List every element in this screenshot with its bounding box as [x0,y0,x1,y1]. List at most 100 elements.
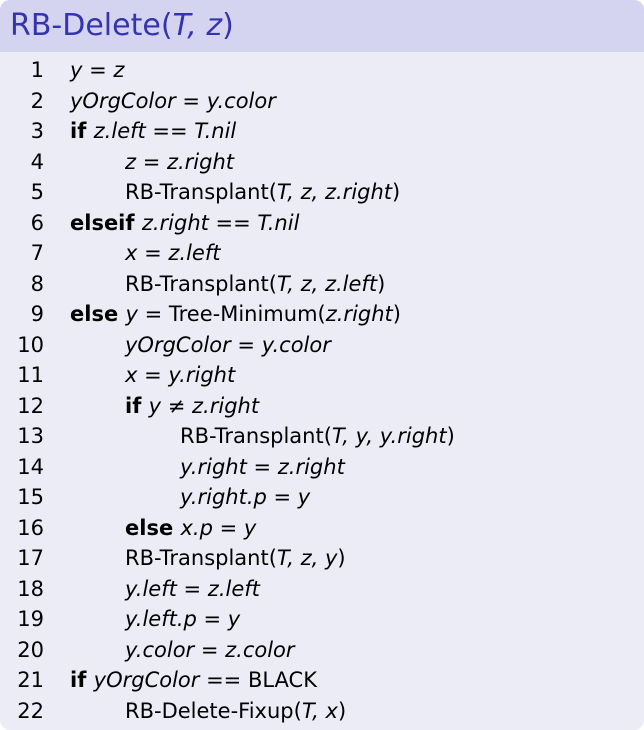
line-code: y.color = z.color [125,635,295,666]
math-expr: T, x [301,698,338,723]
code-line: 5 RB-Transplant(T, z, z.right) [0,177,644,208]
code-line: 1 y = z [0,55,644,86]
math-expr: yOrgColor = y.color [125,332,331,357]
line-number: 9 [30,302,44,326]
code-text: ) [337,698,347,723]
line-number: 5 [30,180,44,204]
line-code: RB-Transplant(T, z, z.right) [125,177,400,208]
line-code: y.left.p = y [125,604,240,635]
title-args: T, z [172,8,223,43]
keyword: if [70,668,94,692]
line-number: 17 [17,546,44,570]
math-expr: z.right [325,302,393,326]
code-line: 6 elseif z.right == T.nil [0,208,644,239]
code-line: 15 y.right.p = y [0,482,644,513]
code-text: RB-Transplant( [125,546,277,570]
code-line: 10 yOrgColor = y.color [0,330,644,361]
line-code: RB-Transplant(T, z, z.left) [125,269,385,300]
line-number: 8 [30,271,44,296]
code-line: 8 RB-Transplant(T, z, z.left) [0,269,644,300]
line-number: 19 [17,607,44,631]
math-expr: y.color = z.color [125,637,295,662]
code-line: 16 else x.p = y [0,513,644,544]
line-code: z = z.right [125,147,234,178]
line-code: if y ≠ z.right [125,391,259,422]
code-text: ) [392,302,401,326]
line-number: 3 [30,119,44,143]
line-number: 1 [30,58,44,82]
math-expr: y.left = z.left [125,576,260,601]
code-text: == BLACK [199,668,317,692]
math-expr: T, z, z.right [276,180,393,204]
code-text: ) [337,546,346,570]
code-line: 18 y.left = z.left [0,574,644,605]
code-text: RB-Delete-Fixup( [125,698,302,723]
line-code: RB-Transplant(T, y, y.right) [180,421,455,452]
line-number: 7 [30,241,44,265]
code-line: 17 RB-Transplant(T, z, y) [0,543,644,574]
math-expr: x = z.left [125,241,221,265]
line-code: y.right = z.right [180,452,345,483]
math-expr: z = z.right [125,149,235,174]
algorithm-title: RB-Delete(T, z) [0,0,644,52]
line-code: x = z.left [125,238,220,269]
line-number: 6 [30,210,44,235]
code-line: 13 RB-Transplant(T, y, y.right) [0,421,644,452]
code-line: 21 if yOrgColor == BLACK [0,665,644,696]
math-expr: T, z, z.left [276,271,378,296]
line-number: 13 [17,424,44,448]
code-text: ) [392,180,401,204]
code-text: ) [377,271,386,296]
math-expr: yOrgColor [93,668,200,692]
line-code: y = z [70,55,124,86]
math-expr: T, z, y [276,546,338,570]
line-number: 18 [17,576,44,601]
math-expr: T, y, y.right [331,424,447,448]
line-number: 15 [17,485,44,509]
line-number: 4 [30,149,44,174]
math-expr: x = y.right [125,363,236,387]
title-suffix: ) [222,8,234,43]
line-number: 10 [17,332,44,357]
line-code: y.right.p = y [180,482,310,513]
line-code: else x.p = y [125,513,256,544]
code-line: 11 x = y.right [0,360,644,391]
code-text: ) [446,424,455,448]
line-number: 11 [17,363,44,387]
line-code: if z.left == T.nil [70,116,236,147]
math-expr: z.left == T.nil [93,119,237,143]
line-number: 20 [17,637,44,662]
math-expr: y ≠ z.right [148,393,260,418]
pseudocode-lines: 1 y = z 2 yOrgColor = y.color 3 if z.left == … [0,52,644,726]
math-expr: y.right.p = y [180,485,311,509]
code-line: 4 z = z.right [0,147,644,178]
code-text: RB-Transplant( [180,424,332,448]
line-code: yOrgColor = y.color [70,86,276,117]
code-line: 3 if z.left == T.nil [0,116,644,147]
math-expr: y.right = z.right [180,454,345,479]
line-code: y.left = z.left [125,574,260,605]
title-prefix: RB-Delete( [10,8,173,43]
code-text: RB-Transplant( [125,180,277,204]
line-number: 14 [17,454,44,479]
math-expr: y [125,302,138,326]
math-expr: x.p = y [180,515,257,540]
keyword: if [70,119,94,143]
line-code: if yOrgColor == BLACK [70,665,317,696]
math-expr: y = z [70,58,125,82]
code-line: 22 RB-Delete-Fixup(T, x) [0,696,644,727]
math-expr: yOrgColor = y.color [70,88,276,113]
code-text: = Tree-Minimum( [137,302,326,326]
code-line: 9 else y = Tree-Minimum(z.right) [0,299,644,330]
code-line: 14 y.right = z.right [0,452,644,483]
code-line: 7 x = z.left [0,238,644,269]
math-expr: z.right == T.nil [141,210,300,235]
line-number: 22 [17,698,44,723]
algorithm-block: RB-Delete(T, z) 1 y = z 2 yOrgColor = y.col… [0,0,644,730]
line-number: 12 [17,393,44,418]
keyword: else [125,515,181,540]
math-expr: y.left.p = y [125,607,241,631]
line-number: 2 [30,88,44,113]
line-code: else y = Tree-Minimum(z.right) [70,299,401,330]
code-line: 2 yOrgColor = y.color [0,86,644,117]
